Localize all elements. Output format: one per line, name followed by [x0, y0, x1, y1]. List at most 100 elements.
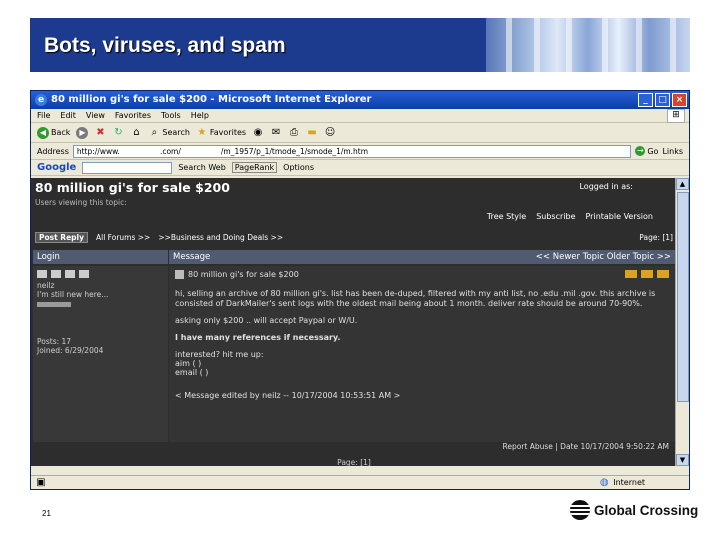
address-input[interactable]: http://www. .com/ /m_1957/p_1/tmode_1/sm…: [72, 144, 632, 158]
post-message: 80 million gi's for sale $200 hi, sellin…: [169, 266, 675, 442]
rank-bar: [37, 302, 71, 307]
go-button[interactable]: → Go: [635, 146, 658, 156]
search-icon: ⌕: [151, 126, 158, 138]
contact-aim: aim ( ): [175, 359, 202, 368]
profile-icon[interactable]: [37, 270, 47, 278]
media-icon[interactable]: ◉: [252, 127, 264, 139]
viewing-users: Users viewing this topic:: [35, 198, 127, 207]
stop-icon[interactable]: ✖: [94, 127, 106, 139]
slide-number: 21: [42, 509, 51, 518]
post-reply-button[interactable]: Post Reply: [35, 231, 88, 243]
google-search-input[interactable]: [82, 161, 173, 174]
pm-icon[interactable]: [65, 270, 75, 278]
slide-title: Bots, viruses, and spam: [44, 34, 286, 57]
message-paragraph: asking only $200 .. will accept Paypal o…: [175, 316, 358, 325]
menu-bar: File Edit View Favorites Tools Help ⊞: [31, 109, 689, 123]
scroll-thumb[interactable]: [677, 192, 689, 402]
logged-in-label: Logged in as:: [579, 182, 633, 191]
all-forums-link[interactable]: All Forums >>: [96, 233, 150, 242]
browser-titlebar: e 80 million gi's for sale $200 - Micros…: [31, 91, 689, 109]
maximize-button[interactable]: □: [655, 93, 670, 107]
google-logo[interactable]: Google: [37, 162, 76, 173]
edit-icon[interactable]: [657, 270, 669, 278]
vertical-scrollbar[interactable]: ▲ ▼: [675, 178, 689, 466]
menu-help[interactable]: Help: [191, 111, 209, 120]
edited-note: < Message edited by neilz -- 10/17/2004 …: [175, 391, 401, 400]
home-icon[interactable]: ⌂: [130, 127, 142, 139]
user-icons: [37, 270, 164, 278]
back-button[interactable]: ◀ Back: [37, 126, 70, 139]
username[interactable]: neilz: [37, 281, 164, 290]
ie-icon: e: [35, 94, 47, 106]
favorites-button[interactable]: ★ Favorites: [196, 127, 246, 139]
topic-options: Tree Style Subscribe Printable Version: [487, 212, 653, 221]
header-building-image: [486, 18, 690, 72]
address-label: Address: [37, 146, 69, 156]
topic-nav-links[interactable]: << Newer Topic Older Topic >>: [536, 252, 671, 262]
company-name: Global Crossing: [594, 502, 699, 518]
search-web-button[interactable]: Search Web: [178, 163, 225, 172]
global-crossing-logo: Global Crossing: [570, 500, 698, 520]
post-table-header: Login Message << Newer Topic Older Topic…: [33, 250, 675, 264]
messenger-icon[interactable]: ☺: [324, 127, 336, 139]
buddy-icon[interactable]: [79, 270, 89, 278]
page-indicator: Page: [1]: [639, 232, 673, 242]
back-arrow-icon: ◀: [37, 126, 49, 139]
menu-view[interactable]: View: [86, 111, 105, 120]
refresh-icon[interactable]: ↻: [112, 127, 124, 139]
forum-nav-row: Post Reply All Forums >> >>Business and …: [35, 230, 673, 244]
message-column-header: Message: [173, 252, 211, 262]
forward-button[interactable]: ▶: [76, 126, 89, 139]
forum-page: 80 million gi's for sale $200 Logged in …: [31, 178, 677, 466]
print-icon[interactable]: ⎙: [288, 127, 300, 139]
email-icon[interactable]: [51, 270, 61, 278]
tree-style-link[interactable]: Tree Style: [487, 212, 526, 221]
user-joined: Joined: 6/29/2004: [37, 346, 104, 355]
menu-file[interactable]: File: [37, 111, 50, 120]
menu-edit[interactable]: Edit: [60, 111, 76, 120]
message-subject: 80 million gi's for sale $200: [188, 270, 299, 279]
options-button[interactable]: Options: [283, 163, 314, 172]
favorites-star-icon: ★: [197, 126, 207, 138]
message-paragraph: hi, selling an archive of 80 million gi'…: [175, 289, 656, 308]
post-author-panel: neilz I'm still new here... Posts: 17 Jo…: [33, 266, 169, 442]
search-button[interactable]: ⌕ Search: [148, 126, 190, 139]
go-arrow-icon: →: [635, 146, 646, 156]
close-button[interactable]: ×: [672, 93, 687, 107]
internet-zone-icon: ◍: [599, 476, 609, 488]
browser-window: e 80 million gi's for sale $200 - Micros…: [30, 90, 690, 490]
user-rank: I'm still new here...: [37, 290, 109, 299]
mail-icon[interactable]: ✉: [270, 127, 282, 139]
page-status-icon: ▣: [36, 476, 46, 488]
menu-favorites[interactable]: Favorites: [115, 111, 151, 120]
windows-logo-icon: ⊞: [667, 109, 685, 123]
pagerank-indicator: PageRank: [231, 162, 278, 173]
section-link[interactable]: >>Business and Doing Deals >>: [158, 233, 283, 242]
minimize-button[interactable]: _: [638, 93, 653, 107]
scroll-up-icon[interactable]: ▲: [676, 178, 689, 190]
printable-version-link[interactable]: Printable Version: [586, 212, 654, 221]
message-paragraph: I have many references if necessary.: [175, 333, 341, 342]
post-footer[interactable]: Report Abuse | Date 10/17/2004 9:50:22 A…: [33, 442, 675, 454]
toolbar: ◀ Back ▶ ✖ ↻ ⌂ ⌕ Search ★ Favorites ◉ ✉ …: [31, 123, 689, 143]
menu-tools[interactable]: Tools: [161, 111, 181, 120]
folder-icon[interactable]: ▬: [306, 127, 318, 139]
scroll-down-icon[interactable]: ▼: [676, 454, 689, 466]
global-crossing-mark-icon: [570, 500, 590, 520]
post-actions: [625, 270, 669, 278]
forum-post: neilz I'm still new here... Posts: 17 Jo…: [33, 266, 675, 442]
topic-title: 80 million gi's for sale $200: [35, 180, 230, 195]
pages-bottom: Page: [1]: [337, 458, 371, 466]
slide-header: Bots, viruses, and spam: [30, 18, 690, 72]
subscribe-link[interactable]: Subscribe: [536, 212, 575, 221]
user-posts: Posts: 17: [37, 337, 72, 346]
reply-icon[interactable]: [625, 270, 637, 278]
zone-label: Internet: [613, 478, 645, 487]
address-bar: Address http://www. .com/ /m_1957/p_1/tm…: [31, 143, 689, 160]
contact-email: email ( ): [175, 368, 209, 377]
links-button[interactable]: Links: [662, 147, 683, 156]
status-bar: ▣ ◍ Internet: [31, 475, 689, 489]
login-column-header: Login: [33, 250, 169, 264]
quote-icon[interactable]: [641, 270, 653, 278]
google-toolbar: Google Search Web PageRank Options: [31, 160, 689, 176]
